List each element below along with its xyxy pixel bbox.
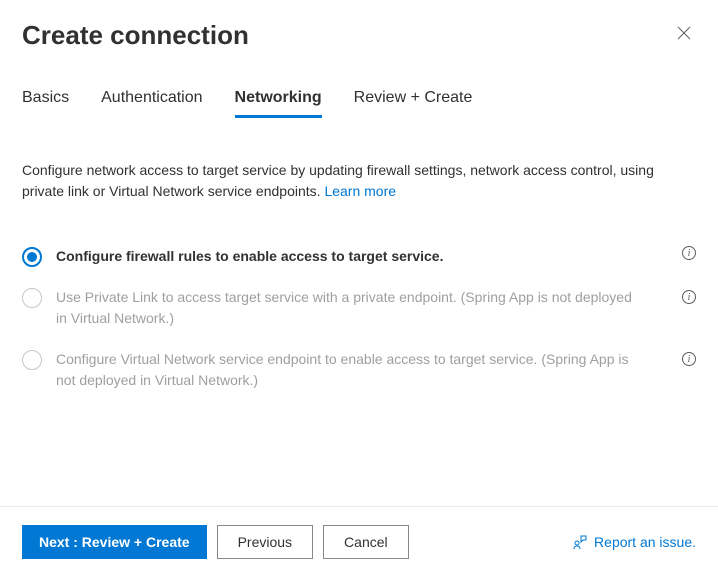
description-text: Configure network access to target servi… [22, 160, 696, 202]
option-vnet-endpoint: Configure Virtual Network service endpoi… [22, 339, 696, 401]
close-button[interactable] [672, 21, 696, 50]
close-icon [676, 28, 692, 45]
tab-basics[interactable]: Basics [22, 89, 69, 118]
option-private-link-label: Use Private Link to access target servic… [56, 289, 632, 326]
report-issue-label: Report an issue. [594, 534, 696, 550]
option-vnet-endpoint-label: Configure Virtual Network service endpoi… [56, 351, 628, 388]
tab-bar: Basics Authentication Networking Review … [0, 89, 718, 118]
info-icon[interactable]: i [682, 246, 696, 260]
radio-private-link [22, 288, 42, 308]
page-title: Create connection [22, 20, 249, 51]
report-issue-link[interactable]: Report an issue. [572, 534, 696, 550]
radio-firewall[interactable] [22, 247, 42, 267]
person-feedback-icon [572, 534, 588, 550]
radio-vnet-endpoint [22, 350, 42, 370]
option-firewall-label: Configure firewall rules to enable acces… [56, 246, 678, 267]
info-icon[interactable]: i [682, 352, 696, 366]
networking-options: Configure firewall rules to enable acces… [22, 236, 696, 401]
next-button[interactable]: Next : Review + Create [22, 525, 207, 559]
previous-button[interactable]: Previous [217, 525, 313, 559]
cancel-button[interactable]: Cancel [323, 525, 409, 559]
tab-review-create[interactable]: Review + Create [354, 89, 473, 118]
tab-networking[interactable]: Networking [235, 89, 322, 118]
learn-more-link[interactable]: Learn more [324, 183, 396, 199]
tab-authentication[interactable]: Authentication [101, 89, 202, 118]
option-firewall[interactable]: Configure firewall rules to enable acces… [22, 236, 696, 277]
option-private-link: Use Private Link to access target servic… [22, 277, 696, 339]
info-icon[interactable]: i [682, 290, 696, 304]
footer: Next : Review + Create Previous Cancel R… [0, 506, 718, 577]
